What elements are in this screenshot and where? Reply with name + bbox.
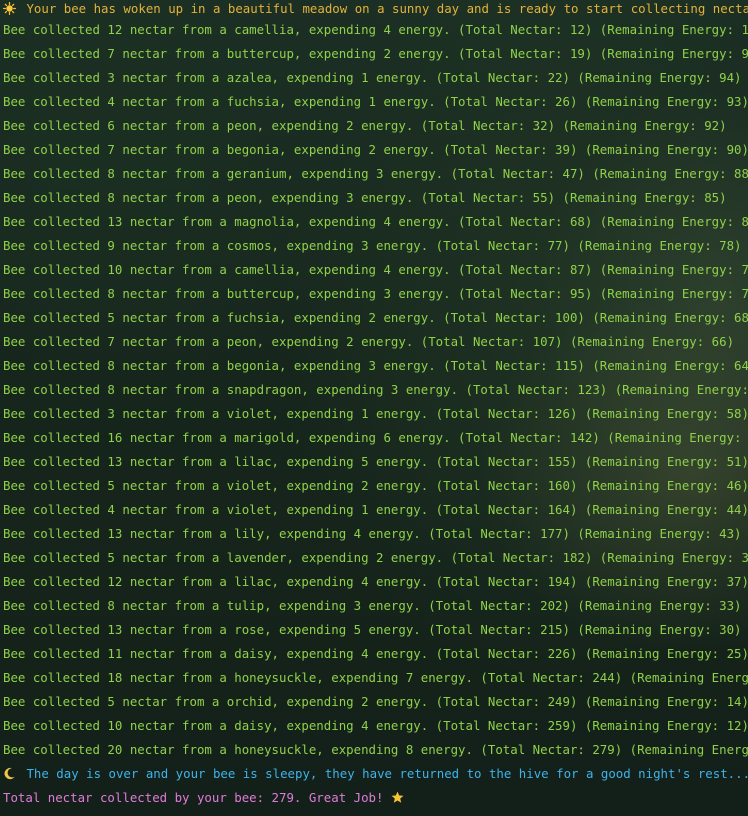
log-line: Bee collected 12 nectar from a lilac, ex… [3,574,748,589]
total-line: Total nectar collected by your bee: 279.… [3,786,748,810]
log-line: Bee collected 3 nectar from a violet, ex… [3,406,748,421]
log-line: Bee collected 7 nectar from a begonia, e… [3,142,748,157]
log-line: Bee collected 5 nectar from a violet, ex… [3,478,748,493]
log-line: Bee collected 8 nectar from a peon, expe… [3,190,727,205]
log-line: Bee collected 11 nectar from a daisy, ex… [3,646,748,661]
star-icon [391,786,407,810]
log-line: Bee collected 8 nectar from a begonia, e… [3,358,748,373]
terminal-output: Your bee has woken up in a beautiful mea… [0,0,748,816]
log-line: Bee collected 13 nectar from a rose, exp… [3,622,742,637]
log-line: Bee collected 10 nectar from a camellia,… [3,262,748,277]
intro-text: Your bee has woken up in a beautiful mea… [19,1,748,16]
log-line: Bee collected 5 nectar from a lavender, … [3,550,748,565]
total-text: Total nectar collected by your bee: 279.… [3,790,391,805]
log-line: Bee collected 5 nectar from a orchid, ex… [3,694,748,709]
log-line: Bee collected 10 nectar from a daisy, ex… [3,718,748,733]
log-line: Bee collected 7 nectar from a peon, expe… [3,334,735,349]
log-line: Bee collected 13 nectar from a magnolia,… [3,214,748,229]
outro-line: The day is over and your bee is sleepy, … [3,762,748,786]
log-line: Bee collected 3 nectar from a azalea, ex… [3,70,742,85]
log-line: Bee collected 18 nectar from a honeysuck… [3,670,748,685]
outro-text: The day is over and your bee is sleepy, … [19,766,748,781]
log-line: Bee collected 12 nectar from a camellia,… [3,22,748,37]
log-line: Bee collected 8 nectar from a snapdragon… [3,382,748,397]
log-line: Bee collected 13 nectar from a lilac, ex… [3,454,748,469]
log-line: Bee collected 4 nectar from a fuchsia, e… [3,94,748,109]
log-line: Bee collected 13 nectar from a lily, exp… [3,526,742,541]
log-line: Bee collected 8 nectar from a tulip, exp… [3,598,742,613]
crescent-moon-icon [3,762,19,786]
log-line: Bee collected 8 nectar from a buttercup,… [3,286,748,301]
log-line: Bee collected 16 nectar from a marigold,… [3,430,748,445]
log-lines: Bee collected 12 nectar from a camellia,… [3,18,748,762]
log-line: Bee collected 5 nectar from a fuchsia, e… [3,310,748,325]
log-line: Bee collected 8 nectar from a geranium, … [3,166,748,181]
log-line: Bee collected 6 nectar from a peon, expe… [3,118,727,133]
log-line: Bee collected 9 nectar from a cosmos, ex… [3,238,742,253]
log-line: Bee collected 20 nectar from a honeysuck… [3,742,748,757]
log-line: Bee collected 7 nectar from a buttercup,… [3,46,748,61]
log-line: Bee collected 4 nectar from a violet, ex… [3,502,748,517]
